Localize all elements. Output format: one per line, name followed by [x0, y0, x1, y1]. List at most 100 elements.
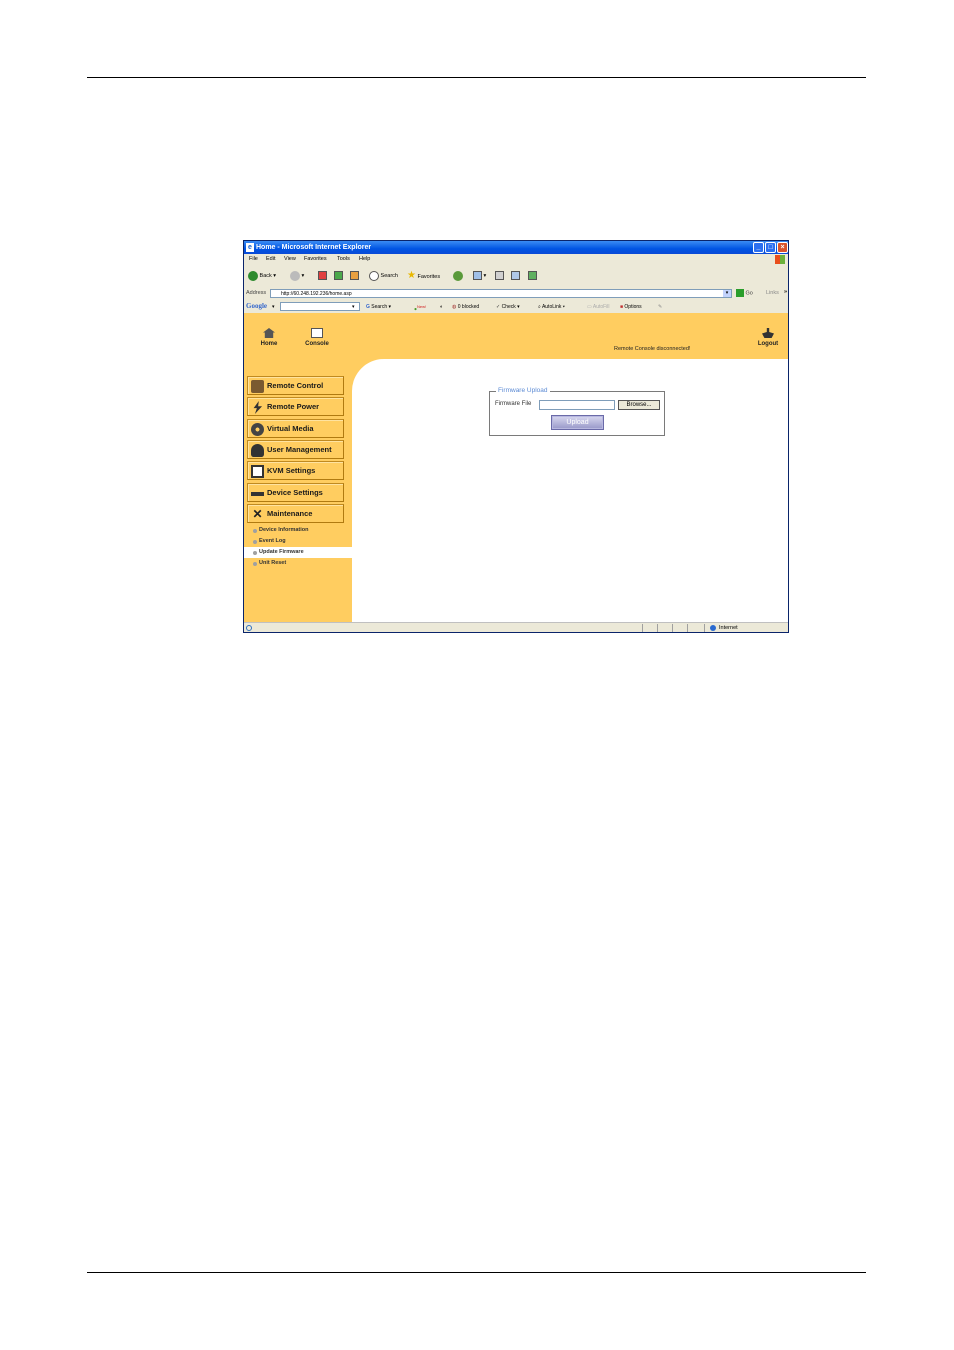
stop-button[interactable]: [318, 270, 327, 282]
options-icon: ■: [620, 304, 624, 310]
submenu-item-unit-reset[interactable]: Unit Reset: [244, 558, 352, 569]
address-label: Address: [246, 290, 267, 296]
status-divider: [642, 624, 643, 632]
status-divider: [657, 624, 658, 632]
url-text: http://60.248.192.236/home.asp: [281, 291, 352, 297]
security-zone: Internet: [710, 623, 738, 632]
history-button[interactable]: [453, 270, 463, 282]
forward-button[interactable]: ▾: [290, 270, 304, 282]
options-button[interactable]: ■ Options: [620, 302, 642, 312]
google-g-icon: G: [366, 304, 370, 310]
device-icon: [251, 487, 264, 500]
ie-icon: e: [246, 243, 254, 252]
links-label[interactable]: Links: [766, 290, 779, 296]
title-bar: e Home - Microsoft Internet Explorer _ □…: [244, 241, 788, 254]
menu-bar: File Edit View Favorites Tools Help: [244, 254, 788, 265]
google-menu-chevron-icon[interactable]: ▾: [272, 302, 275, 312]
autofill-icon: ▭: [587, 304, 592, 310]
nav-console[interactable]: Console: [302, 328, 332, 347]
favorites-button[interactable]: ★ Favorites: [407, 270, 440, 282]
highlight-icon[interactable]: ✎: [658, 302, 662, 312]
bullet-icon: [253, 551, 257, 555]
window-title: Home - Microsoft Internet Explorer: [256, 244, 372, 251]
minimize-button[interactable]: _: [753, 242, 764, 253]
status-message: Remote Console disconnected!: [614, 346, 691, 352]
browser-window: e Home - Microsoft Internet Explorer _ □…: [243, 240, 789, 633]
popup-blocker-button[interactable]: ◍ 0 blocked: [452, 302, 479, 312]
submenu-item-update-firmware[interactable]: Update Firmware: [244, 547, 352, 558]
status-divider: [704, 624, 705, 632]
address-dropdown-icon[interactable]: ▾: [723, 290, 731, 297]
sidebar-item-virtual-media[interactable]: Virtual Media: [247, 419, 344, 438]
spell-check-button[interactable]: ✓ Check ▾: [496, 302, 520, 312]
forward-arrow-icon: [290, 270, 300, 281]
status-divider: [687, 624, 688, 632]
bullet-icon: [253, 529, 257, 533]
menu-favorites[interactable]: Favorites: [304, 254, 327, 265]
pagerank-icon: ◐: [440, 304, 444, 310]
back-button[interactable]: Back ▾: [248, 270, 276, 282]
edit-icon: [511, 271, 520, 281]
page-top-rule: [87, 77, 866, 78]
upload-button[interactable]: Upload: [551, 415, 604, 430]
google-logo[interactable]: Google: [246, 302, 267, 310]
nav-logout[interactable]: Logout: [752, 328, 784, 347]
page-icon: [246, 625, 252, 631]
chevron-right-icon[interactable]: »: [784, 289, 787, 295]
sidebar-item-maintenance[interactable]: ✕ Maintenance: [247, 504, 344, 523]
google-search-input[interactable]: [280, 302, 360, 311]
page-bottom-rule: [87, 1272, 866, 1273]
autofill-button[interactable]: ▭ AutoFill: [587, 302, 610, 312]
bullet-icon: [253, 540, 257, 544]
sidebar-item-kvm-settings[interactable]: KVM Settings: [247, 461, 344, 480]
menu-edit[interactable]: Edit: [266, 254, 275, 265]
refresh-button[interactable]: [334, 270, 343, 282]
search-icon: [369, 270, 379, 281]
popup-blocker-icon: ◍: [452, 304, 457, 310]
home-button[interactable]: [350, 270, 359, 282]
spellcheck-icon: ✓: [496, 304, 501, 310]
menu-help[interactable]: Help: [359, 254, 370, 265]
print-button[interactable]: [495, 270, 504, 282]
stop-icon: [318, 271, 327, 281]
close-button[interactable]: ×: [777, 242, 788, 253]
submenu-item-device-information[interactable]: Device Information: [244, 525, 352, 536]
remote-control-icon: [251, 380, 264, 393]
firmware-file-input[interactable]: [539, 400, 615, 410]
browse-button[interactable]: Browse...: [618, 400, 660, 410]
firmware-upload-legend: Firmware Upload: [496, 387, 550, 394]
mail-icon: [473, 271, 482, 281]
messenger-icon: [528, 271, 537, 281]
google-dropdown-icon[interactable]: ▾: [352, 302, 355, 312]
magnifier-icon: ⌕: [538, 304, 541, 310]
sidebar-item-device-settings[interactable]: Device Settings: [247, 483, 344, 502]
status-bar: Internet: [244, 622, 788, 632]
menu-view[interactable]: View: [284, 254, 296, 265]
maximize-button[interactable]: □: [765, 242, 776, 253]
go-button[interactable]: Go: [736, 289, 753, 298]
mail-button[interactable]: ▾: [473, 270, 486, 282]
disc-icon: [251, 423, 264, 436]
submenu-item-event-log[interactable]: Event Log: [244, 536, 352, 547]
edit-button[interactable]: [511, 270, 520, 282]
sidebar-item-remote-power[interactable]: Remote Power: [247, 397, 344, 416]
back-arrow-icon: [248, 270, 258, 281]
search-button[interactable]: Search: [369, 270, 398, 282]
house-icon: [263, 328, 275, 338]
users-icon: [251, 444, 264, 457]
lightning-icon: [253, 401, 263, 414]
home-icon: [350, 271, 359, 281]
print-icon: [495, 271, 504, 281]
console-window-icon: [311, 328, 323, 338]
monitor-icon: [251, 465, 264, 478]
menu-file[interactable]: File: [249, 254, 258, 265]
google-search-button[interactable]: G Search ▾: [366, 302, 391, 312]
nav-home[interactable]: Home: [254, 328, 284, 347]
menu-tools[interactable]: Tools: [337, 254, 350, 265]
autolink-button[interactable]: ⌕ AutoLink ▾: [538, 302, 565, 312]
globe-icon: [710, 624, 716, 631]
sidebar-item-user-management[interactable]: User Management: [247, 440, 344, 459]
sidebar-item-remote-control[interactable]: Remote Control: [247, 376, 344, 395]
messenger-button[interactable]: [528, 270, 537, 282]
address-field[interactable]: http://60.248.192.236/home.asp ▾: [270, 289, 732, 298]
